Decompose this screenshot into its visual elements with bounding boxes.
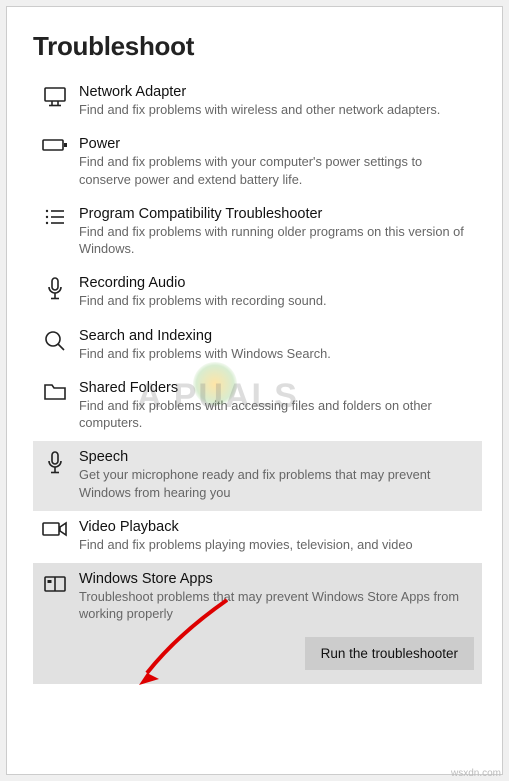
battery-icon <box>41 138 69 152</box>
troubleshooter-shared-folders[interactable]: Shared Folders Find and fix problems wit… <box>33 372 482 442</box>
item-desc: Find and fix problems with your computer… <box>79 153 474 188</box>
troubleshooter-recording-audio[interactable]: Recording Audio Find and fix problems wi… <box>33 267 482 319</box>
item-desc: Find and fix problems with recording sou… <box>79 292 474 309</box>
microphone-icon <box>41 451 69 475</box>
item-title: Video Playback <box>79 519 474 535</box>
item-title: Shared Folders <box>79 380 474 396</box>
item-title: Program Compatibility Troubleshooter <box>79 206 474 222</box>
item-desc: Find and fix problems with running older… <box>79 223 474 258</box>
page-title: Troubleshoot <box>33 31 482 62</box>
troubleshooter-search-indexing[interactable]: Search and Indexing Find and fix problem… <box>33 320 482 372</box>
item-desc: Find and fix problems with Windows Searc… <box>79 345 474 362</box>
search-icon <box>41 330 69 352</box>
item-title: Power <box>79 136 474 152</box>
item-title: Network Adapter <box>79 84 474 100</box>
item-body: Recording Audio Find and fix problems wi… <box>79 275 474 309</box>
footer-credit: wsxdn.com <box>451 768 501 779</box>
troubleshooter-speech[interactable]: Speech Get your microphone ready and fix… <box>33 441 482 511</box>
item-title: Search and Indexing <box>79 328 474 344</box>
item-desc: Find and fix problems with wireless and … <box>79 101 474 118</box>
item-desc: Get your microphone ready and fix proble… <box>79 466 474 501</box>
troubleshooter-network-adapter[interactable]: Network Adapter Find and fix problems wi… <box>33 76 482 128</box>
item-body: Search and Indexing Find and fix problem… <box>79 328 474 362</box>
item-body: Speech Get your microphone ready and fix… <box>79 449 474 501</box>
item-body: Video Playback Find and fix problems pla… <box>79 519 474 553</box>
item-title: Recording Audio <box>79 275 474 291</box>
troubleshoot-list: Network Adapter Find and fix problems wi… <box>33 76 482 684</box>
monitor-icon <box>41 86 69 108</box>
item-body: Power Find and fix problems with your co… <box>79 136 474 188</box>
item-title: Windows Store Apps <box>79 571 474 587</box>
troubleshooter-power[interactable]: Power Find and fix problems with your co… <box>33 128 482 198</box>
folder-icon <box>41 382 69 402</box>
item-body: Network Adapter Find and fix problems wi… <box>79 84 474 118</box>
item-desc: Troubleshoot problems that may prevent W… <box>79 588 474 623</box>
troubleshooter-program-compatibility[interactable]: Program Compatibility Troubleshooter Fin… <box>33 198 482 268</box>
item-title: Speech <box>79 449 474 465</box>
microphone-icon <box>41 277 69 301</box>
item-body: Windows Store Apps Troubleshoot problems… <box>79 571 474 670</box>
item-desc: Find and fix problems playing movies, te… <box>79 536 474 553</box>
store-icon <box>41 573 69 593</box>
video-icon <box>41 521 69 537</box>
run-troubleshooter-button[interactable]: Run the troubleshooter <box>305 637 474 670</box>
run-button-row: Run the troubleshooter <box>79 637 474 670</box>
list-icon <box>41 208 69 226</box>
item-body: Program Compatibility Troubleshooter Fin… <box>79 206 474 258</box>
troubleshooter-windows-store-apps[interactable]: Windows Store Apps Troubleshoot problems… <box>33 563 482 684</box>
item-desc: Find and fix problems with accessing fil… <box>79 397 474 432</box>
troubleshooter-video-playback[interactable]: Video Playback Find and fix problems pla… <box>33 511 482 563</box>
settings-panel: A PUALS Troubleshoot Network Adapter Fin… <box>6 6 503 775</box>
item-body: Shared Folders Find and fix problems wit… <box>79 380 474 432</box>
